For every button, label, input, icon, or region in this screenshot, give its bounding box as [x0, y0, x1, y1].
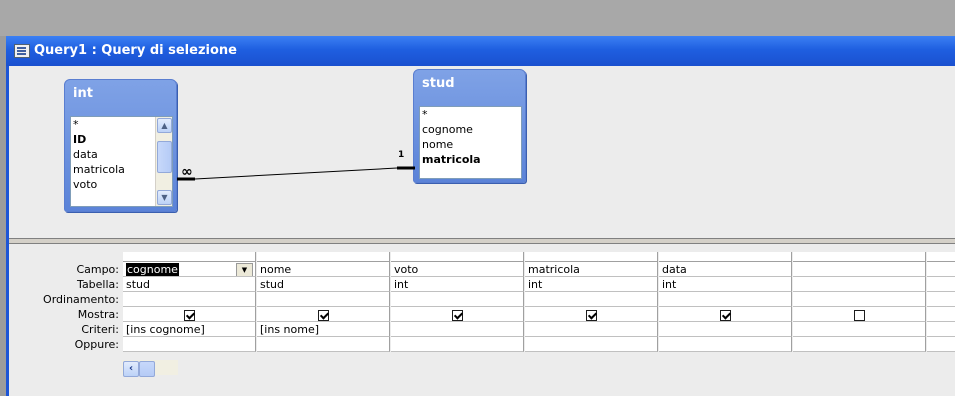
oppure-cell[interactable]: [391, 337, 524, 352]
campo-cell[interactable]: cognome ▼: [123, 262, 256, 277]
column-selector[interactable]: [257, 252, 390, 262]
row-label-criteri: Criteri:: [81, 323, 119, 336]
field-item[interactable]: cognome: [420, 122, 521, 137]
scroll-left-icon[interactable]: ‹: [123, 361, 139, 377]
row-label-oppure: Oppure:: [74, 338, 119, 351]
scroll-down-icon[interactable]: ▼: [157, 190, 172, 205]
table-int[interactable]: int * ID data matricola voto ▲ ▼: [64, 79, 177, 212]
ordinamento-cell[interactable]: [659, 292, 792, 307]
mostra-checkbox[interactable]: [853, 309, 865, 321]
column-selector[interactable]: [525, 252, 658, 262]
oppure-cell[interactable]: [257, 337, 390, 352]
campo-cell[interactable]: [793, 262, 926, 277]
column-selector[interactable]: [927, 252, 955, 262]
row-label-ordinamento: Ordinamento:: [43, 293, 119, 306]
campo-cell[interactable]: data: [659, 262, 792, 277]
criteri-cell[interactable]: [525, 322, 658, 337]
criteri-cell[interactable]: [927, 322, 955, 337]
tabella-cell[interactable]: stud: [257, 277, 390, 292]
mostra-cell[interactable]: [391, 307, 524, 322]
campo-cell[interactable]: voto: [391, 262, 524, 277]
scroll-up-icon[interactable]: ▲: [157, 118, 172, 133]
tabella-cell[interactable]: [793, 277, 926, 292]
window-title: Query1 : Query di selezione: [34, 43, 237, 58]
field-item[interactable]: *: [420, 107, 521, 122]
mostra-checkbox[interactable]: [719, 309, 731, 321]
query-icon: [14, 44, 30, 58]
ordinamento-cell[interactable]: [391, 292, 524, 307]
mostra-checkbox[interactable]: [451, 309, 463, 321]
column-selector[interactable]: [659, 252, 792, 262]
field-item[interactable]: nome: [420, 137, 521, 152]
row-labels: Campo: Tabella: Ordinamento: Mostra: Cri…: [9, 262, 121, 352]
mostra-cell[interactable]: [123, 307, 256, 322]
tabella-cell[interactable]: int: [659, 277, 792, 292]
join-one-label: 1: [398, 150, 405, 160]
mostra-cell[interactable]: [525, 307, 658, 322]
tabella-cell[interactable]: int: [525, 277, 658, 292]
mostra-cell[interactable]: [257, 307, 390, 322]
oppure-cell[interactable]: [927, 337, 955, 352]
tabella-cell[interactable]: int: [391, 277, 524, 292]
scroll-thumb[interactable]: [139, 361, 155, 377]
campo-cell[interactable]: [927, 262, 955, 277]
grid-horizontal-scrollbar[interactable]: ‹: [122, 360, 178, 377]
join-line[interactable]: [175, 156, 417, 186]
criteri-cell[interactable]: [ins cognome]: [123, 322, 256, 337]
campo-value: cognome: [126, 263, 179, 276]
desktop-background: [0, 0, 955, 36]
vertical-scrollbar[interactable]: ▲ ▼: [155, 117, 172, 206]
criteri-cell[interactable]: [659, 322, 792, 337]
row-label-tabella: Tabella:: [77, 278, 119, 291]
campo-cell[interactable]: matricola: [525, 262, 658, 277]
oppure-cell[interactable]: [793, 337, 926, 352]
field-list[interactable]: * cognome nome matricola: [419, 106, 522, 179]
mostra-cell[interactable]: [793, 307, 926, 322]
table-name: stud: [422, 76, 455, 91]
row-label-campo: Campo:: [76, 263, 119, 276]
title-bar[interactable]: Query1 : Query di selezione: [6, 36, 955, 66]
ordinamento-cell[interactable]: [257, 292, 390, 307]
ordinamento-cell[interactable]: [793, 292, 926, 307]
mostra-cell[interactable]: [659, 307, 792, 322]
scroll-thumb[interactable]: [157, 141, 172, 173]
ordinamento-cell[interactable]: [525, 292, 658, 307]
mostra-checkbox[interactable]: [585, 309, 597, 321]
ordinamento-cell[interactable]: [927, 292, 955, 307]
ordinamento-cell[interactable]: [123, 292, 256, 307]
join-many-label: ∞: [181, 164, 193, 180]
criteri-cell[interactable]: [391, 322, 524, 337]
chevron-down-icon[interactable]: ▼: [236, 263, 253, 276]
column-selector[interactable]: [123, 252, 256, 262]
mostra-cell[interactable]: [927, 307, 955, 322]
oppure-cell[interactable]: [659, 337, 792, 352]
criteri-cell[interactable]: [793, 322, 926, 337]
field-list[interactable]: * ID data matricola voto ▲ ▼: [70, 116, 173, 207]
table-name: int: [73, 86, 93, 101]
row-label-mostra: Mostra:: [77, 308, 119, 321]
tabella-cell[interactable]: stud: [123, 277, 256, 292]
oppure-cell[interactable]: [525, 337, 658, 352]
query-window: Query1 : Query di selezione int * ID dat…: [6, 36, 955, 396]
table-stud[interactable]: stud * cognome nome matricola: [413, 69, 526, 183]
field-item[interactable]: matricola: [420, 152, 521, 167]
design-grid-pane: Campo: Tabella: Ordinamento: Mostra: Cri…: [9, 244, 955, 396]
mostra-checkbox[interactable]: [317, 309, 329, 321]
column-selector[interactable]: [391, 252, 524, 262]
oppure-cell[interactable]: [123, 337, 256, 352]
mostra-checkbox[interactable]: [183, 309, 195, 321]
campo-cell[interactable]: nome: [257, 262, 390, 277]
column-selector[interactable]: [793, 252, 926, 262]
table-pane: int * ID data matricola voto ▲ ▼ stud * …: [9, 66, 955, 268]
criteri-cell[interactable]: [ins nome]: [257, 322, 390, 337]
tabella-cell[interactable]: [927, 277, 955, 292]
